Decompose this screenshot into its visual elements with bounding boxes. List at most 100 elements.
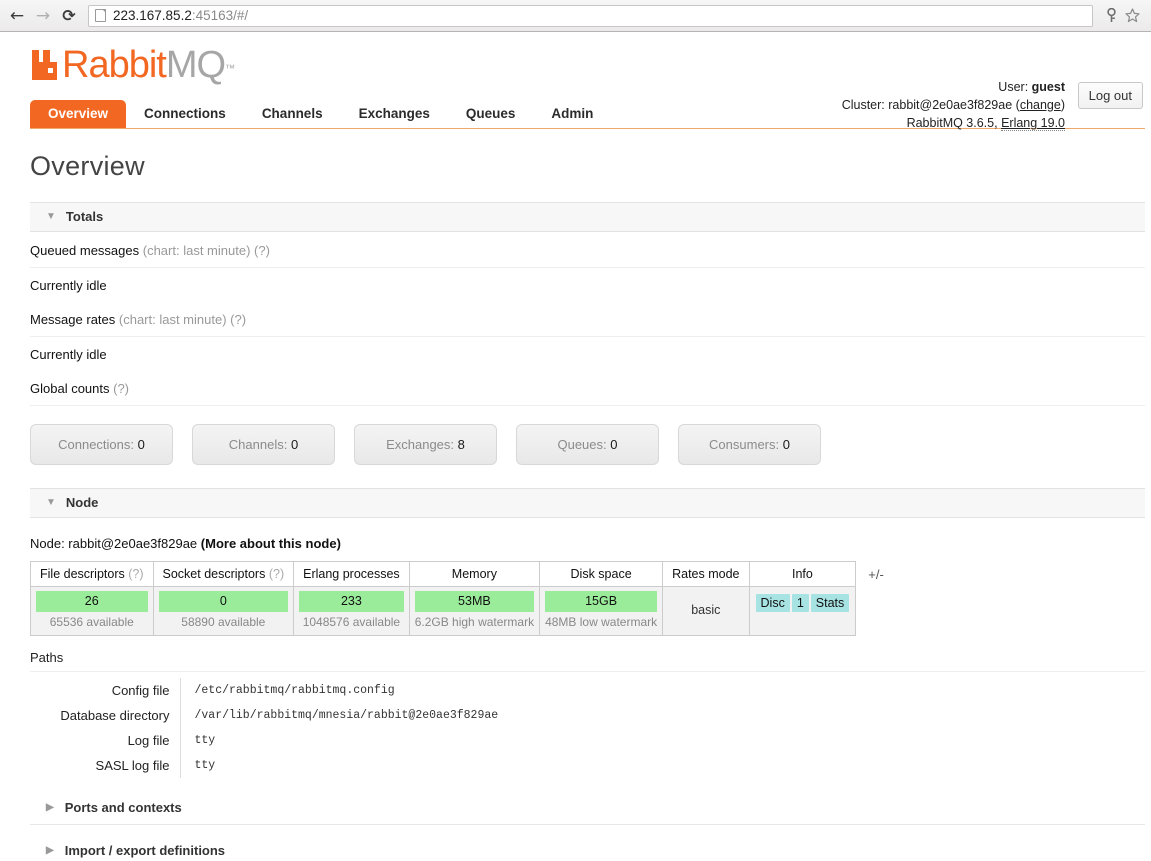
paths-key-sasl-log-file: SASL log file [30,753,181,778]
address-bar[interactable]: 223.167.85.2:45163/#/ [88,4,1093,27]
cluster-name: rabbit@2e0ae3f829ae [888,98,1013,112]
more-about-node-link[interactable]: (More about this node) [201,536,341,551]
caret-right-icon-import-export: ▶ [46,845,54,856]
rabbitmq-version: RabbitMQ 3.6.5, [906,116,1002,130]
tab-channels[interactable]: Channels [244,100,341,128]
paths-value-config-file: /etc/rabbitmq/rabbitmq.config [194,684,395,697]
cell-rates-mode: basic [662,586,750,636]
erlang-processes-value: 233 [299,591,404,612]
erlang-version-link[interactable]: Erlang 19.0 [1001,116,1065,131]
logout-button[interactable]: Log out [1077,82,1143,109]
message-rates-label: Message rates (chart: last minute) (?) [30,301,1145,337]
user-label: User: [998,80,1029,94]
caret-down-icon-node: ▼ [46,496,56,508]
toggle-columns-button[interactable]: +/- [868,561,884,582]
logo-text-mq: MQ [165,44,226,86]
paths-title: Paths [30,650,1145,672]
message-rates-note[interactable]: (chart: last minute) (?) [119,312,246,327]
paths-value-sasl-log-file: tty [194,759,216,772]
col-socket-descriptors-hint[interactable]: (?) [269,567,284,581]
paths-row-config-file: Config file /etc/rabbitmq/rabbitmq.confi… [30,678,498,703]
disk-space-sub: 48MB low watermark [545,615,658,629]
col-info: Info [748,561,857,587]
erlang-processes-sub: 1048576 available [302,615,401,629]
caret-down-icon: ▼ [46,210,56,222]
reload-icon[interactable]: ⟳ [56,3,82,29]
section-header-totals[interactable]: ▼ Totals [30,202,1145,232]
tab-admin[interactable]: Admin [533,100,611,128]
badge-disc[interactable]: Disc [755,594,790,612]
logo-trademark: ™ [225,63,236,75]
count-exchanges-label: Exchanges: [386,437,455,452]
page-content: Overview ▼ Totals Queued messages (chart… [0,151,1151,861]
queued-messages-note[interactable]: (chart: last minute) (?) [143,243,270,258]
cluster-label: Cluster: [841,98,885,112]
col-disk-space: Disk space [539,561,664,587]
col-memory: Memory [408,561,541,587]
cell-socket-descriptors: 0 58890 available [152,586,295,636]
star-icon[interactable] [1125,8,1140,23]
count-channels-value: 0 [290,437,299,452]
table-row: 26 65536 available 0 58890 available 233… [30,586,857,636]
count-channels[interactable]: Channels: 0 [192,424,335,465]
forward-icon[interactable]: → [30,3,56,29]
badge-stats[interactable]: Stats [810,594,850,612]
node-name: Node: rabbit@2e0ae3f829ae [30,536,198,551]
file-descriptors-sub: 65536 available [49,615,134,629]
col-erlang-processes: Erlang processes [293,561,410,587]
socket-descriptors-sub: 58890 available [181,615,266,629]
key-icon[interactable] [1105,8,1118,23]
section-header-node[interactable]: ▼ Node [30,488,1145,518]
cluster-change-link[interactable]: change [1020,98,1061,112]
section-label-import-export: Import / export definitions [64,843,226,858]
badge-count[interactable]: 1 [791,594,809,612]
section-header-import-export[interactable]: ▶ Import / export definitions [30,835,1145,861]
col-file-descriptors-label: File descriptors [40,567,125,581]
tab-connections[interactable]: Connections [126,100,244,128]
global-counts-row: Connections: 0 Channels: 0 Exchanges: 8 … [30,424,1145,465]
queued-messages-label: Queued messages (chart: last minute) (?) [30,232,1145,268]
paths-row-sasl-log-file: SASL log file tty [30,753,498,778]
count-connections[interactable]: Connections: 0 [30,424,173,465]
count-queues-label: Queues: [557,437,607,452]
cell-erlang-processes: 233 1048576 available [293,586,410,636]
user-name: guest [1031,80,1065,94]
rabbitmq-management-page: RabbitMQ™ User: guest Cluster: rabbit@2e… [0,32,1151,861]
queued-messages-title: Queued messages [30,243,140,258]
tab-queues[interactable]: Queues [448,100,534,128]
global-counts-title: Global counts [30,381,110,396]
cell-disk-space: 15GB 48MB low watermark [539,586,664,636]
count-channels-label: Channels: [228,437,288,452]
col-file-descriptors-hint[interactable]: (?) [128,567,143,581]
section-label-totals: Totals [65,209,104,224]
count-queues-value: 0 [610,437,618,452]
paths-table: Config file /etc/rabbitmq/rabbitmq.confi… [30,678,498,778]
cell-info: Disc 1 Stats [748,586,857,636]
page-title: Overview [30,151,145,181]
rabbit-logo-icon [32,50,57,80]
count-consumers[interactable]: Consumers: 0 [678,424,821,465]
url-path: :45163/#/ [191,8,249,23]
user-row: User: guest [842,78,1065,96]
global-counts-note[interactable]: (?) [113,381,129,396]
browser-action-icons [1095,8,1147,23]
paths-row-database-directory: Database directory /var/lib/rabbitmq/mne… [30,703,498,728]
paths-key-database-directory: Database directory [30,703,181,728]
paths-value-log-file: tty [194,734,216,747]
count-exchanges[interactable]: Exchanges: 8 [354,424,497,465]
count-connections-label: Connections: [58,437,135,452]
page-header: RabbitMQ™ User: guest Cluster: rabbit@2e… [0,32,1151,131]
caret-right-icon-ports: ▶ [46,802,54,813]
paths-row-log-file: Log file tty [30,728,498,753]
count-queues[interactable]: Queues: 0 [516,424,659,465]
count-exchanges-value: 8 [457,437,465,452]
table-header-row: File descriptors (?) Socket descriptors … [30,561,857,587]
section-header-ports-and-contexts[interactable]: ▶ Ports and contexts [30,792,1145,825]
tab-overview[interactable]: Overview [30,100,127,128]
tab-exchanges[interactable]: Exchanges [341,100,448,128]
memory-sub: 6.2GB high watermark [414,615,535,629]
section-label-node: Node [65,495,99,510]
back-icon[interactable]: ← [4,3,30,29]
cell-memory: 53MB 6.2GB high watermark [408,586,541,636]
message-rates-status: Currently idle [30,347,107,362]
